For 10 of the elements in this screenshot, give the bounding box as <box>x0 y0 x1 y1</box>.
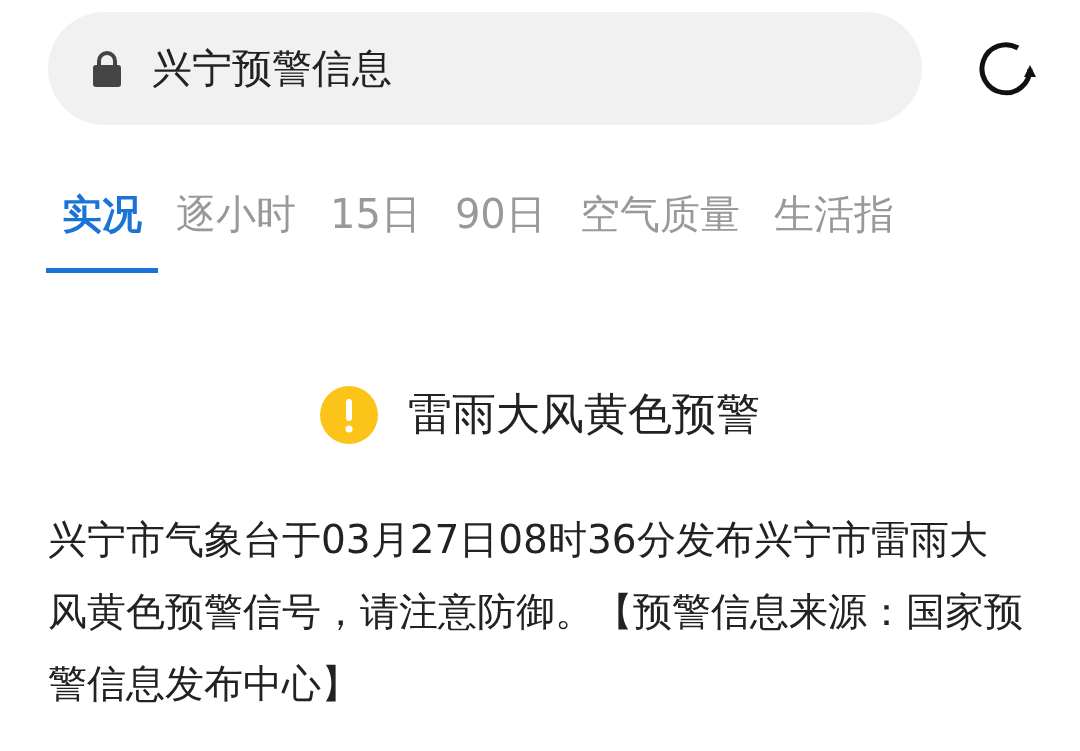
address-bar[interactable]: 兴宁预警信息 <box>48 12 922 125</box>
alert-text: 兴宁市气象台于03月27日08时36分发布兴宁市雷雨大风黄色预警信号，请注意防御。【预警信息来源：国家预警信息发布中心】 <box>48 516 1023 708</box>
tab[interactable]: 90日 <box>454 175 546 273</box>
tab[interactable]: 逐小时 <box>176 175 296 273</box>
tab[interactable]: 15日 <box>330 175 421 273</box>
tab[interactable]: 实况 <box>46 175 158 273</box>
page-title: 兴宁预警信息 <box>152 44 392 93</box>
alert-title: 雷雨大风黄色预警 <box>408 387 760 441</box>
tab[interactable]: 生活指 <box>773 175 894 273</box>
tab[interactable]: 空气质量 <box>579 175 740 273</box>
